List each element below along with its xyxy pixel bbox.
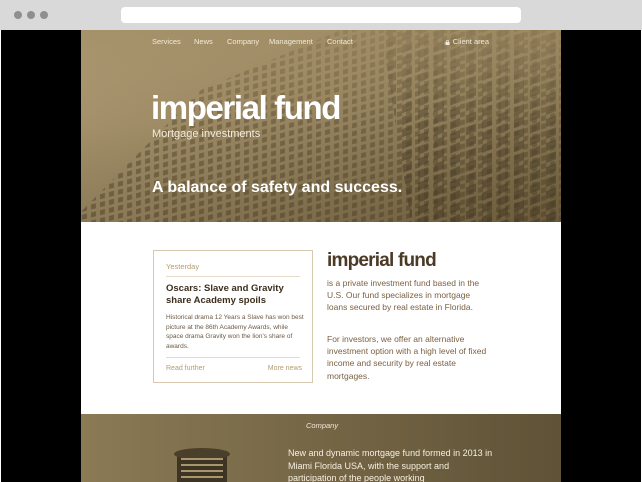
client-area-label: Client area <box>452 37 489 46</box>
news-body: Historical drama 12 Years a Slave has wo… <box>166 314 304 351</box>
nav-services[interactable]: Services <box>152 37 181 46</box>
browser-titlebar <box>0 0 642 30</box>
news-divider-bottom <box>166 357 300 358</box>
nav-contact[interactable]: Contact <box>327 37 353 46</box>
window-minimize-dot[interactable] <box>27 11 35 19</box>
browser-viewport: Services News Company Management Contact… <box>1 30 641 482</box>
nav-management[interactable]: Management <box>269 37 313 46</box>
window-maximize-dot[interactable] <box>40 11 48 19</box>
top-navigation: Services News Company Management Contact… <box>81 30 561 52</box>
news-title[interactable]: Oscars: Slave and Gravity share Academy … <box>166 283 300 307</box>
address-bar[interactable] <box>121 7 521 23</box>
news-date: Yesterday <box>166 262 200 271</box>
hero-subtitle: Mortgage investments <box>152 128 261 140</box>
news-divider-top <box>166 276 300 277</box>
about-paragraph-2: For investors, we offer an alternative i… <box>327 334 487 381</box>
about-paragraph-1: is a private investment fund based in th… <box>327 278 480 313</box>
read-further-link[interactable]: Read further <box>166 365 205 372</box>
client-area-link[interactable]: Client area <box>445 37 489 46</box>
more-news-link[interactable]: More news <box>268 365 302 372</box>
nav-news[interactable]: News <box>194 37 213 46</box>
window-close-dot[interactable] <box>14 11 22 19</box>
hero-logo: imperial fund <box>151 89 341 126</box>
hero-section: Services News Company Management Contact… <box>81 30 561 222</box>
nav-company[interactable]: Company <box>227 37 259 46</box>
main-content: Yesterday Oscars: Slave and Gravity shar… <box>81 222 561 414</box>
news-card: Yesterday Oscars: Slave and Gravity shar… <box>153 250 313 383</box>
website: Services News Company Management Contact… <box>81 30 561 482</box>
company-text: New and dynamic mortgage fund formed in … <box>288 448 493 482</box>
about-logo: imperial fund <box>327 250 437 271</box>
lock-icon <box>445 40 450 45</box>
company-section: Company New and dynamic mortgage fund fo… <box>81 414 561 482</box>
company-label: Company <box>306 421 339 430</box>
hero-tagline: A balance of safety and success. <box>152 179 403 196</box>
